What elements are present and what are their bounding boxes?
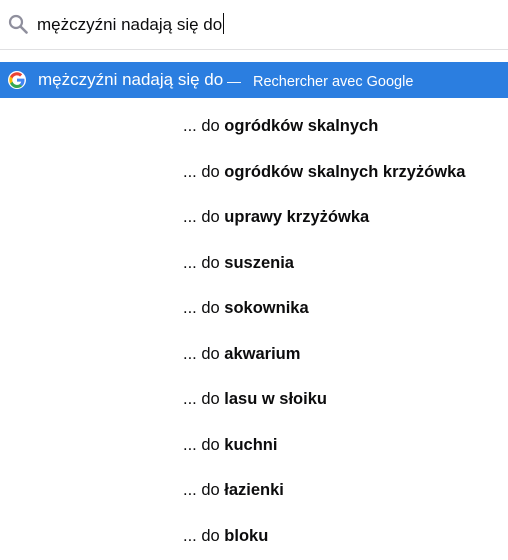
suggestion-completion: uprawy krzyżówka	[224, 208, 370, 226]
suggestion-completion: lasu w słoiku	[224, 390, 327, 408]
google-icon	[8, 71, 26, 89]
suggestion-item[interactable]: ... do uprawy krzyżówka	[0, 194, 508, 240]
suggestion-prefix: ... do	[183, 344, 225, 363]
suggestion-item[interactable]: ... do ogródków skalnych	[0, 103, 508, 149]
suggestion-prefix: ... do	[183, 481, 225, 499]
suggestion-item[interactable]: ... do bloku	[0, 513, 508, 559]
search-bar[interactable]: mężczyźni nadają się do	[0, 0, 508, 50]
suggestion-prefix: ... do	[183, 299, 225, 317]
suggestion-completion: ogródków skalnych	[224, 117, 379, 135]
suggestion-completion: akwarium	[224, 344, 301, 363]
text-caret	[223, 13, 225, 34]
suggestion-item[interactable]: ... do kuchni	[0, 422, 508, 468]
suggestion-prefix: ... do	[183, 526, 225, 545]
suggestion-prefix: ... do	[183, 390, 225, 408]
google-action-label: Rechercher avec Google	[253, 74, 414, 90]
search-input-value: mężczyźni nadają się do	[37, 15, 223, 34]
separator-dash: —	[227, 73, 241, 89]
suggestion-item[interactable]: ... do lasu w słoiku	[0, 376, 508, 422]
suggestion-list: ... do ogródków skalnych ... do ogródków…	[0, 103, 508, 558]
suggestion-completion: ogródków skalnych krzyżówka	[224, 162, 466, 181]
suggestion-item[interactable]: ... do ogródków skalnych krzyżówka	[0, 149, 508, 195]
search-with-google-option[interactable]: mężczyźni nadają się do — Rechercher ave…	[0, 62, 508, 98]
suggestion-prefix: ... do	[183, 117, 225, 135]
suggestion-item[interactable]: ... do akwarium	[0, 331, 508, 377]
suggestion-completion: suszenia	[224, 253, 294, 272]
suggestion-prefix: ... do	[183, 253, 225, 272]
suggestion-item[interactable]: ... do łazienki	[0, 467, 508, 513]
suggestion-prefix: ... do	[183, 435, 225, 454]
suggestion-item[interactable]: ... do suszenia	[0, 240, 508, 286]
suggestion-prefix: ... do	[183, 208, 225, 226]
suggestion-completion: kuchni	[224, 435, 278, 454]
search-input[interactable]: mężczyźni nadają się do	[37, 13, 225, 37]
google-query-text: mężczyźni nadają się do	[38, 70, 224, 89]
search-icon	[8, 14, 28, 34]
suggestion-item[interactable]: ... do sokownika	[0, 285, 508, 331]
suggestion-completion: bloku	[224, 526, 269, 545]
suggestion-completion: łazienki	[224, 481, 284, 499]
suggestion-completion: sokownika	[224, 299, 309, 317]
suggestion-prefix: ... do	[183, 162, 225, 181]
